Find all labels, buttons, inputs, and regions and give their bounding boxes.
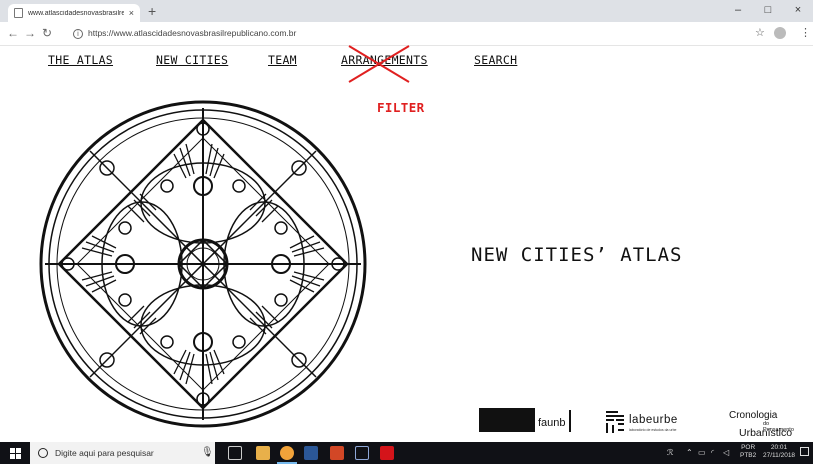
tab-close-icon[interactable]: × [129, 8, 134, 18]
language-indicator[interactable]: POR PTB2 [740, 444, 756, 460]
people-icon[interactable]: ℛ [667, 447, 673, 459]
keyboard-layout-label: PTB2 [740, 452, 757, 459]
notification-center-icon[interactable] [800, 447, 809, 456]
show-hidden-icons-icon[interactable]: ⌃ [686, 447, 693, 459]
faunb-logo-block [479, 408, 535, 432]
red-cross-mark [348, 45, 410, 83]
battery-icon[interactable]: ▭ [698, 447, 706, 459]
labeurbe-logo-subtitle: laboratório de estudos da urbe [629, 428, 677, 432]
tab-title: www.atlascidadesnovasbrasilrep [28, 9, 124, 17]
nav-team[interactable]: TEAM [268, 53, 297, 67]
browser-tab[interactable]: www.atlascidadesnovasbrasilrep × [8, 4, 140, 22]
task-view-icon[interactable] [228, 446, 242, 460]
forward-arrow-icon[interactable]: → [24, 26, 36, 40]
powerpoint-icon[interactable] [330, 446, 344, 460]
star-icon[interactable]: ☆ [755, 26, 765, 40]
microphone-icon[interactable]: 🎙 [201, 447, 214, 458]
windows-start-icon[interactable] [10, 448, 21, 459]
close-window-button[interactable]: × [787, 2, 809, 18]
clock-time: 20:01 [770, 444, 788, 451]
taskbar-search-placeholder: Digite aqui para pesquisar [55, 448, 154, 458]
browser-tabstrip: www.atlascidadesnovasbrasilrep × + – □ × [0, 0, 813, 22]
reload-icon[interactable]: ↻ [42, 26, 52, 40]
nav-search[interactable]: SEARCH [474, 53, 517, 67]
labeurbe-logo[interactable]: labeurbe laboratório de estudos da urbe [604, 410, 684, 436]
nav-the-atlas[interactable]: THE ATLAS [48, 53, 113, 67]
volume-icon[interactable]: ◁ [723, 447, 729, 459]
faunb-logo-text: faunb [538, 417, 566, 429]
cronologia-logo[interactable]: Cronologia do Pensamento Urbanístico [729, 410, 801, 439]
browser-toolbar: ← → ↻ i https://www.atlascidadesnovasbra… [0, 22, 813, 46]
minimize-button[interactable]: – [727, 2, 749, 18]
labeurbe-logo-text: labeurbe [629, 414, 678, 426]
info-icon[interactable]: i [73, 29, 83, 39]
back-arrow-icon[interactable]: ← [7, 26, 19, 40]
new-tab-button[interactable]: + [148, 3, 156, 19]
word-icon[interactable] [304, 446, 318, 460]
windows-taskbar: Digite aqui para pesquisar 🎙 ℛ ⌃ ▭ ◜ ◁ P… [0, 442, 813, 464]
chrome-icon[interactable] [277, 446, 297, 464]
cronologia-logo-line3: Urbanístico [739, 427, 793, 439]
filter-button[interactable]: FILTER [377, 100, 425, 115]
file-explorer-icon[interactable] [256, 446, 270, 460]
taskbar-search-box[interactable]: Digite aqui para pesquisar [30, 442, 215, 464]
page-headline: NEW CITIES’ ATLAS [471, 244, 683, 266]
cronologia-logo-line1: Cronologia [729, 410, 778, 421]
clock-date: 27/11/2018 [763, 452, 796, 459]
drawing-app-icon[interactable] [355, 446, 369, 460]
faunb-logo[interactable]: faunb [479, 408, 573, 432]
page-icon [14, 8, 23, 18]
language-label: POR [741, 444, 756, 451]
taskbar-clock[interactable]: 20:01 27/11/2018 [763, 444, 795, 460]
wifi-icon[interactable]: ◜ [711, 447, 714, 459]
maximize-button[interactable]: □ [757, 2, 779, 18]
labeurbe-mark-icon [606, 411, 624, 433]
menu-dots-icon[interactable]: ⋮ [800, 26, 811, 40]
faunb-logo-bar [569, 410, 571, 432]
city-plan-emblem [39, 100, 367, 428]
address-bar[interactable]: https://www.atlascidadesnovasbrasilrepub… [88, 28, 296, 38]
profile-icon[interactable] [774, 27, 786, 39]
cortana-icon [38, 448, 48, 458]
acrobat-icon[interactable] [380, 446, 394, 460]
nav-new-cities[interactable]: NEW CITIES [156, 53, 228, 67]
